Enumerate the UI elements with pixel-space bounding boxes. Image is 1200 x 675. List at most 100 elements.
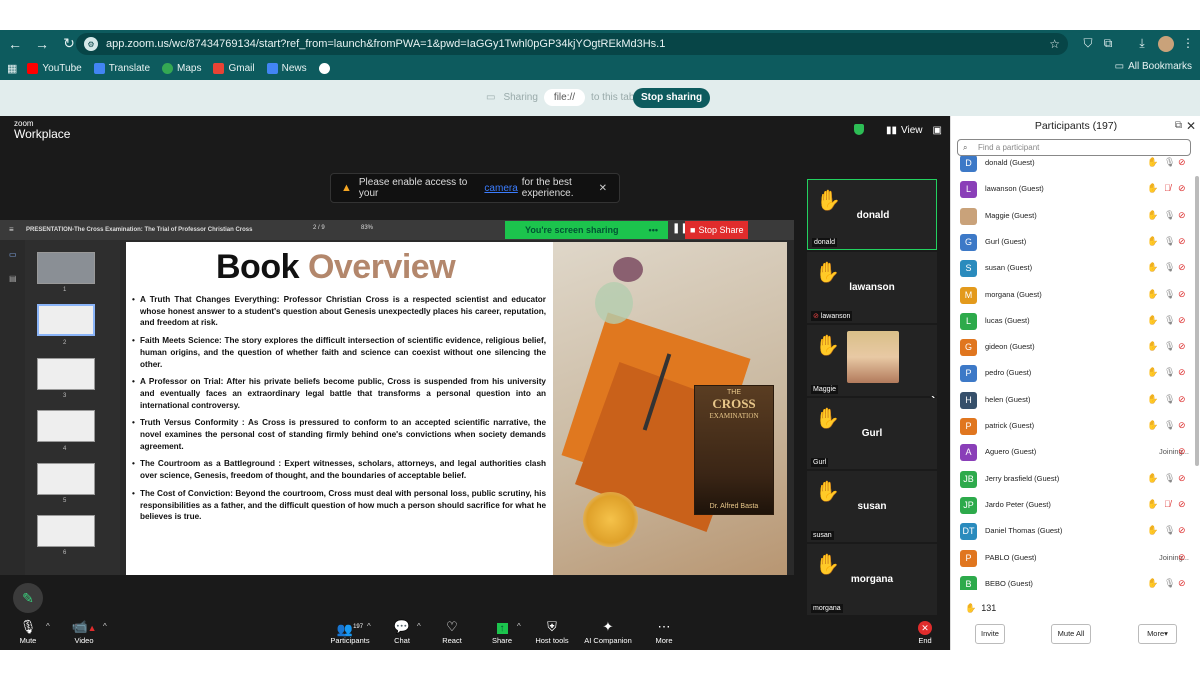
ai-companion-button[interactable]: ✦ AI Companion <box>578 618 638 645</box>
microphone-icon[interactable]: 🎙 <box>1164 210 1175 221</box>
thumbnail-page-2[interactable] <box>37 304 95 336</box>
minimize-view-icon[interactable]: ▣ <box>933 125 942 136</box>
participants-options-caret[interactable]: ^ <box>367 622 371 631</box>
participant-row[interactable]: Ppatrick (Guest) ✋ 🎙 ⊘ <box>951 414 1195 440</box>
thumbnails-icon[interactable]: ▭ <box>9 250 17 259</box>
chat-options-caret[interactable]: ^ <box>417 622 421 631</box>
bookmark-news[interactable]: News <box>266 62 307 74</box>
site-info-icon[interactable]: ⚙ <box>84 37 98 51</box>
video-tile-lawanson[interactable]: ✋ lawanson ⊘ lawanson <box>807 252 937 323</box>
video-off-icon[interactable]: ⊘ <box>1178 394 1186 405</box>
participant-row[interactable]: Ddonald (Guest) ✋ 🎙 ⊘ <box>951 156 1195 177</box>
thumbnail-page-5[interactable] <box>37 463 95 495</box>
participant-row[interactable]: P PABLO (Guest) Joining... ⊘ <box>951 546 1195 572</box>
more-button[interactable]: ⋯ More <box>634 618 694 645</box>
video-off-icon[interactable]: ⊘ <box>1178 315 1186 326</box>
stop-sharing-button[interactable]: Stop sharing <box>633 88 711 108</box>
microphone-icon[interactable]: 🎙 <box>1164 420 1175 431</box>
participant-row[interactable]: Hhelen (Guest) ✋ 🎙 ⊘ <box>951 388 1195 414</box>
participant-row[interactable]: A Aguero (Guest) Joining... ⊘ <box>951 440 1195 466</box>
more-dots-icon[interactable]: ••• <box>649 221 658 239</box>
microphone-icon[interactable]: 🎙 <box>1164 236 1175 247</box>
camera-link[interactable]: camera <box>484 183 517 194</box>
all-bookmarks[interactable]: ▭ All Bookmarks <box>1115 61 1192 72</box>
microphone-icon[interactable]: 🎙 <box>1164 315 1175 326</box>
microphone-icon[interactable]: 🎙 <box>1164 367 1175 378</box>
bookmark-globe[interactable] <box>318 62 334 74</box>
participant-row[interactable]: Llawanson (Guest) ✋ 🎙̸ ⊘ <box>951 177 1195 203</box>
video-tile-susan[interactable]: ✋ susan susan <box>807 471 937 542</box>
thumbnail-page-4[interactable] <box>37 410 95 442</box>
video-tile-donald[interactable]: ✋ donald donald <box>807 179 937 250</box>
encryption-shield-icon[interactable] <box>854 124 864 135</box>
close-icon[interactable]: ✕ <box>1186 119 1196 133</box>
video-off-icon[interactable]: ⊘ <box>1178 262 1186 273</box>
mic-muted-icon[interactable]: 🎙̸ <box>1164 499 1171 509</box>
video-off-icon[interactable]: ⊘ <box>1178 236 1186 247</box>
microphone-icon[interactable]: 🎙 <box>1164 473 1175 484</box>
video-off-icon[interactable]: ⊘ <box>1178 473 1186 484</box>
microphone-icon[interactable]: 🎙 <box>1164 394 1175 405</box>
video-off-icon[interactable]: ⊘ <box>1178 183 1186 194</box>
video-options-caret[interactable]: ^ <box>103 622 107 631</box>
pencil-icon[interactable]: ✎ <box>13 583 43 613</box>
participant-row[interactable]: Mmorgana (Guest) ✋ 🎙 ⊘ <box>951 283 1195 309</box>
video-off-icon[interactable]: ⊘ <box>1178 210 1186 221</box>
mute-all-button[interactable]: Mute All <box>1051 624 1091 644</box>
back-icon[interactable]: ← <box>3 32 27 56</box>
view-button[interactable]: ▮▮ View ▣ <box>886 125 942 136</box>
participant-row[interactable]: G Gurl (Guest) ✋ 🎙 ⊘ <box>951 230 1195 256</box>
video-off-icon[interactable]: ⊘ <box>1178 289 1186 300</box>
video-off-icon[interactable]: ⊘ <box>1178 446 1186 457</box>
mic-muted-icon[interactable]: 🎙̸ <box>1164 183 1171 193</box>
thumbnail-page-6[interactable] <box>37 515 95 547</box>
address-bar[interactable]: ⚙ app.zoom.us/wc/87434769134/start?ref_f… <box>76 33 1068 55</box>
video-tile-gurl[interactable]: ✋ Gurl Gurl <box>807 398 937 469</box>
microphone-icon[interactable]: 🎙 <box>1164 157 1175 168</box>
share-options-caret[interactable]: ^ <box>517 622 521 631</box>
zoom-level[interactable]: 83% <box>361 225 373 231</box>
video-off-icon[interactable]: ⊘ <box>1178 552 1186 563</box>
bookmark-gmail[interactable]: Gmail <box>213 62 255 74</box>
participant-row[interactable]: DT Daniel Thomas (Guest) ✋ 🎙 ⊘ <box>951 519 1195 545</box>
scrollbar[interactable] <box>1195 176 1199 466</box>
bookmark-maps[interactable]: Maps <box>162 62 201 74</box>
bookmark-youtube[interactable]: YouTube <box>27 62 82 74</box>
participant-search-input[interactable]: ⌕ Find a participant <box>957 139 1191 156</box>
end-button[interactable]: ✕ End <box>895 618 955 645</box>
video-off-icon[interactable]: ⊘ <box>1178 157 1186 168</box>
video-tile-maggie[interactable]: ✋ Maggie <box>807 325 937 396</box>
bookmark-star-icon[interactable]: ☆ <box>1049 37 1060 51</box>
bookmark-translate[interactable]: Translate <box>93 62 150 74</box>
browser-menu-icon[interactable]: ⋮ <box>1180 36 1196 52</box>
participant-row[interactable]: JP Jardo Peter (Guest) ✋ 🎙̸ ⊘ <box>951 493 1195 519</box>
screen-sharing-pill[interactable]: You're screen sharing ••• <box>505 221 668 239</box>
extension-shield-icon[interactable]: ⛉ <box>1080 36 1096 52</box>
stop-share-button[interactable]: ■ Stop Share <box>685 221 749 239</box>
microphone-icon[interactable]: 🎙 <box>1164 341 1175 352</box>
apps-grid-icon[interactable]: ▦ <box>7 62 17 75</box>
more-options-button[interactable]: More▾ <box>1138 624 1177 644</box>
video-off-icon[interactable]: ⊘ <box>1178 420 1186 431</box>
popout-icon[interactable]: ⧉ <box>1175 120 1182 131</box>
video-off-icon[interactable]: ⊘ <box>1178 525 1186 536</box>
close-icon[interactable]: ✕ <box>599 183 607 194</box>
participant-row[interactable]: B BEBO (Guest) ✋ 🎙 ⊘ <box>951 572 1195 590</box>
participant-row[interactable]: JB Jerry brasfield (Guest) ✋ 🎙 ⊘ <box>951 467 1195 493</box>
participant-row[interactable]: Maggie (Guest) ✋ 🎙 ⊘ <box>951 204 1195 230</box>
invite-button[interactable]: Invite <box>975 624 1005 644</box>
video-off-icon[interactable]: ⊘ <box>1178 499 1186 510</box>
forward-icon[interactable]: → <box>30 32 54 56</box>
host-tools-button[interactable]: ⛨ Host tools <box>522 618 582 645</box>
thumbnail-page-1[interactable] <box>37 252 95 284</box>
outline-icon[interactable]: ▤ <box>9 274 17 283</box>
participant-row[interactable]: Ggideon (Guest) ✋ 🎙 ⊘ <box>951 335 1195 361</box>
video-off-icon[interactable]: ⊘ <box>1178 341 1186 352</box>
video-tile-morgana[interactable]: ✋ morgana morgana <box>807 544 937 615</box>
video-off-icon[interactable]: ⊘ <box>1178 578 1186 589</box>
video-off-icon[interactable]: ⊘ <box>1178 367 1186 378</box>
page-indicator[interactable]: 2 / 9 <box>313 225 325 231</box>
profile-avatar[interactable] <box>1158 36 1174 52</box>
participant-row[interactable]: Llucas (Guest) ✋ 🎙 ⊘ <box>951 309 1195 335</box>
audio-options-caret[interactable]: ^ <box>46 622 50 631</box>
